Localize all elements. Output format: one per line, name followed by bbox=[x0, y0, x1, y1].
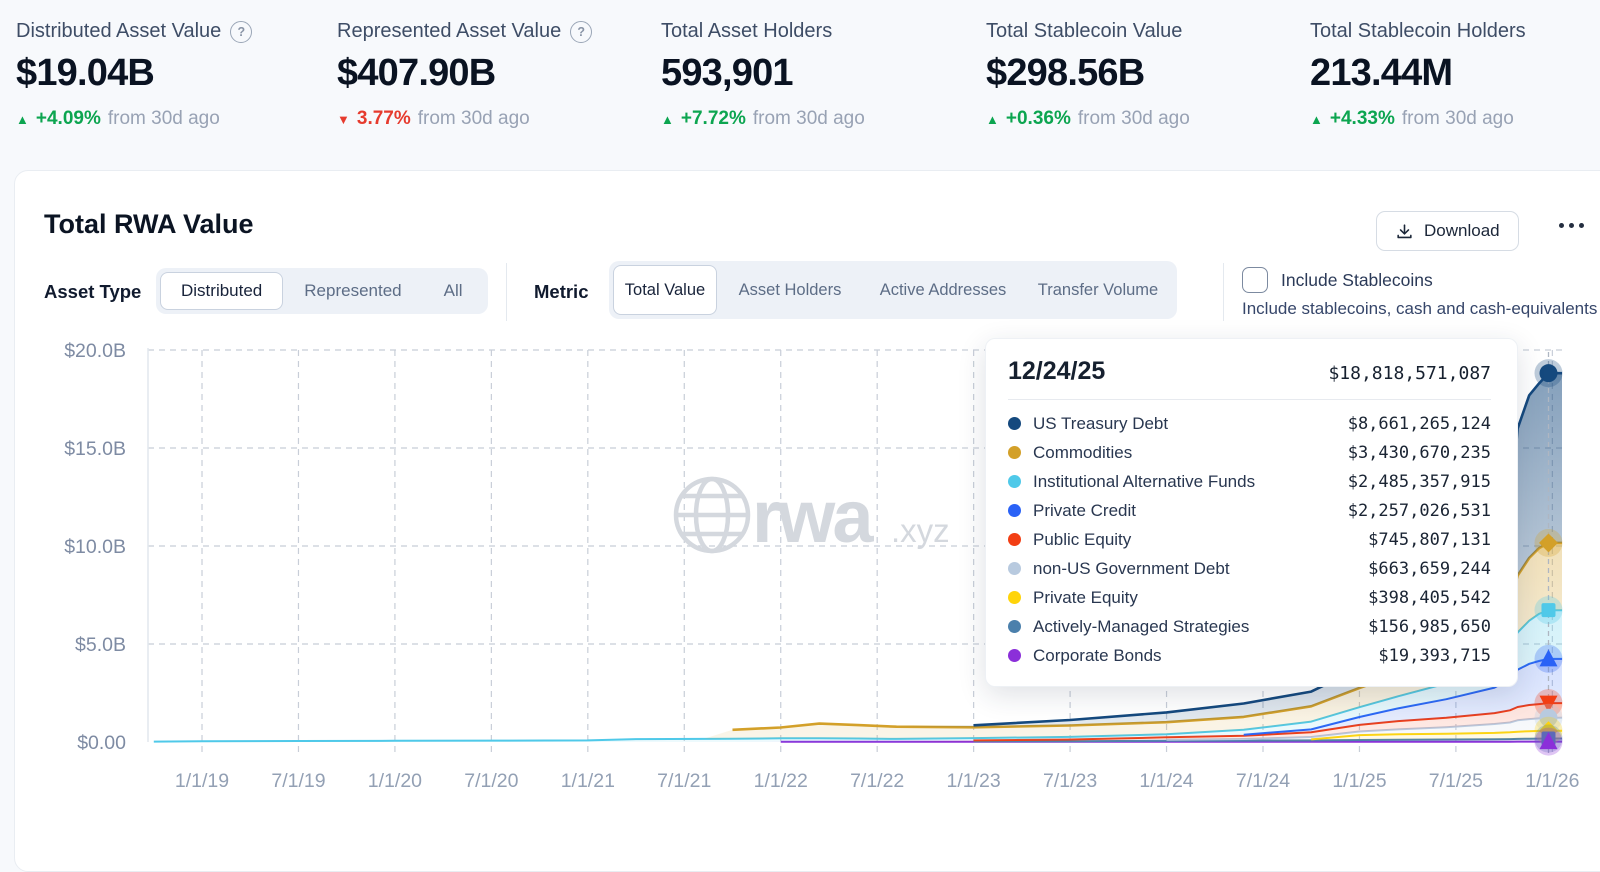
tooltip-row-value: $745,807,131 bbox=[1368, 530, 1491, 550]
chart-tooltip: 12/24/25 $18,818,571,087 US Treasury Deb… bbox=[985, 338, 1518, 687]
tooltip-row-label: Actively-Managed Strategies bbox=[1033, 617, 1368, 637]
svg-text:.xyz: .xyz bbox=[891, 512, 950, 549]
trend-arrow-icon: ▲ bbox=[986, 112, 999, 127]
stat-value: $407.90B bbox=[337, 52, 592, 95]
tooltip-row-value: $2,257,026,531 bbox=[1348, 501, 1491, 521]
svg-text:1/1/26: 1/1/26 bbox=[1525, 770, 1579, 792]
svg-text:1/1/21: 1/1/21 bbox=[561, 770, 615, 792]
stat-value: 593,901 bbox=[661, 52, 865, 95]
series-swatch-icon bbox=[1008, 620, 1021, 633]
svg-text:7/1/20: 7/1/20 bbox=[464, 770, 518, 792]
tooltip-row-label: Private Credit bbox=[1033, 501, 1348, 521]
hover-marker-icon bbox=[1534, 529, 1562, 557]
series-swatch-icon bbox=[1008, 562, 1021, 575]
tooltip-row-label: Commodities bbox=[1033, 443, 1348, 463]
tooltip-row: Private Equity$398,405,542 bbox=[1008, 583, 1491, 612]
svg-text:$5.0B: $5.0B bbox=[75, 634, 126, 656]
tooltip-row-value: $663,659,244 bbox=[1368, 559, 1491, 579]
svg-text:7/1/23: 7/1/23 bbox=[1043, 770, 1097, 792]
hover-marker-icon bbox=[1534, 359, 1562, 387]
stat-label: Total Stablecoin Value bbox=[986, 20, 1190, 43]
svg-text:$0.00: $0.00 bbox=[77, 732, 126, 754]
stat-label: Represented Asset Value? bbox=[337, 20, 592, 43]
svg-text:7/1/19: 7/1/19 bbox=[271, 770, 325, 792]
tooltip-row-value: $156,985,650 bbox=[1368, 617, 1491, 637]
tooltip-row-label: non-US Government Debt bbox=[1033, 559, 1368, 579]
svg-text:7/1/25: 7/1/25 bbox=[1429, 770, 1483, 792]
tooltip-row-value: $3,430,670,235 bbox=[1348, 443, 1491, 463]
trend-arrow-icon: ▲ bbox=[16, 112, 29, 127]
tooltip-row: Commodities$3,430,670,235 bbox=[1008, 438, 1491, 467]
svg-text:1/1/20: 1/1/20 bbox=[368, 770, 422, 792]
help-icon[interactable]: ? bbox=[230, 21, 252, 43]
svg-text:$15.0B: $15.0B bbox=[64, 438, 126, 460]
svg-text:$10.0B: $10.0B bbox=[64, 536, 126, 558]
svg-text:1/1/22: 1/1/22 bbox=[754, 770, 808, 792]
tooltip-row-label: Institutional Alternative Funds bbox=[1033, 472, 1348, 492]
stat-label: Total Asset Holders bbox=[661, 20, 865, 43]
hover-marker-icon bbox=[1534, 596, 1562, 624]
trend-arrow-icon: ▲ bbox=[661, 112, 674, 127]
stat-represented-asset-value: Represented Asset Value? $407.90B ▼3.77%… bbox=[337, 20, 592, 130]
tooltip-divider bbox=[1008, 399, 1491, 400]
rwa-xyz-watermark: rwa .xyz bbox=[676, 475, 950, 558]
trend-arrow-icon: ▲ bbox=[1310, 112, 1323, 127]
stat-total-stablecoin-value: Total Stablecoin Value $298.56B ▲+0.36%f… bbox=[986, 20, 1190, 130]
stat-value: $298.56B bbox=[986, 52, 1190, 95]
svg-text:1/1/25: 1/1/25 bbox=[1332, 770, 1386, 792]
tooltip-row-value: $398,405,542 bbox=[1368, 588, 1491, 608]
tooltip-row: Actively-Managed Strategies$156,985,650 bbox=[1008, 612, 1491, 641]
svg-text:7/1/21: 7/1/21 bbox=[657, 770, 711, 792]
tooltip-row-value: $19,393,715 bbox=[1378, 646, 1491, 666]
tooltip-date: 12/24/25 bbox=[1008, 357, 1105, 386]
tooltip-row-label: Corporate Bonds bbox=[1033, 646, 1378, 666]
tooltip-total-value: $18,818,571,087 bbox=[1328, 363, 1491, 384]
stat-delta: ▲+4.33%from 30d ago bbox=[1310, 108, 1526, 130]
stat-delta: ▼3.77%from 30d ago bbox=[337, 108, 592, 130]
tooltip-row: Private Credit$2,257,026,531 bbox=[1008, 496, 1491, 525]
stat-value: 213.44M bbox=[1310, 52, 1526, 95]
series-swatch-icon bbox=[1008, 649, 1021, 662]
stat-label: Distributed Asset Value? bbox=[16, 20, 252, 43]
svg-text:1/1/24: 1/1/24 bbox=[1139, 770, 1193, 792]
svg-text:1/1/23: 1/1/23 bbox=[947, 770, 1001, 792]
stat-distributed-asset-value: Distributed Asset Value? $19.04B ▲+4.09%… bbox=[16, 20, 252, 130]
stat-delta: ▲+7.72%from 30d ago bbox=[661, 108, 865, 130]
tooltip-row-label: US Treasury Debt bbox=[1033, 414, 1348, 434]
stat-total-stablecoin-holders: Total Stablecoin Holders 213.44M ▲+4.33%… bbox=[1310, 20, 1526, 130]
tooltip-row-label: Private Equity bbox=[1033, 588, 1368, 608]
hover-marker-icon bbox=[1534, 728, 1562, 756]
series-swatch-icon bbox=[1008, 533, 1021, 546]
tooltip-row: Institutional Alternative Funds$2,485,35… bbox=[1008, 467, 1491, 496]
stat-total-asset-holders: Total Asset Holders 593,901 ▲+7.72%from … bbox=[661, 20, 865, 130]
tooltip-row-value: $8,661,265,124 bbox=[1348, 414, 1491, 434]
stat-delta: ▲+0.36%from 30d ago bbox=[986, 108, 1190, 130]
series-swatch-icon bbox=[1008, 591, 1021, 604]
stat-label: Total Stablecoin Holders bbox=[1310, 20, 1526, 43]
svg-text:7/1/24: 7/1/24 bbox=[1236, 770, 1290, 792]
svg-text:rwa: rwa bbox=[752, 475, 874, 558]
svg-text:$20.0B: $20.0B bbox=[64, 340, 126, 362]
svg-text:1/1/19: 1/1/19 bbox=[175, 770, 229, 792]
svg-text:7/1/22: 7/1/22 bbox=[850, 770, 904, 792]
tooltip-row-value: $2,485,357,915 bbox=[1348, 472, 1491, 492]
tooltip-row: Corporate Bonds$19,393,715 bbox=[1008, 641, 1491, 670]
trend-arrow-icon: ▼ bbox=[337, 112, 350, 127]
tooltip-row: non-US Government Debt$663,659,244 bbox=[1008, 554, 1491, 583]
series-swatch-icon bbox=[1008, 417, 1021, 430]
tooltip-row-label: Public Equity bbox=[1033, 530, 1368, 550]
series-swatch-icon bbox=[1008, 475, 1021, 488]
stat-value: $19.04B bbox=[16, 52, 252, 95]
tooltip-row: US Treasury Debt$8,661,265,124 bbox=[1008, 409, 1491, 438]
series-swatch-icon bbox=[1008, 504, 1021, 517]
hover-marker-icon bbox=[1534, 645, 1562, 673]
series-swatch-icon bbox=[1008, 446, 1021, 459]
help-icon[interactable]: ? bbox=[570, 21, 592, 43]
stat-delta: ▲+4.09%from 30d ago bbox=[16, 108, 252, 130]
tooltip-row: Public Equity$745,807,131 bbox=[1008, 525, 1491, 554]
